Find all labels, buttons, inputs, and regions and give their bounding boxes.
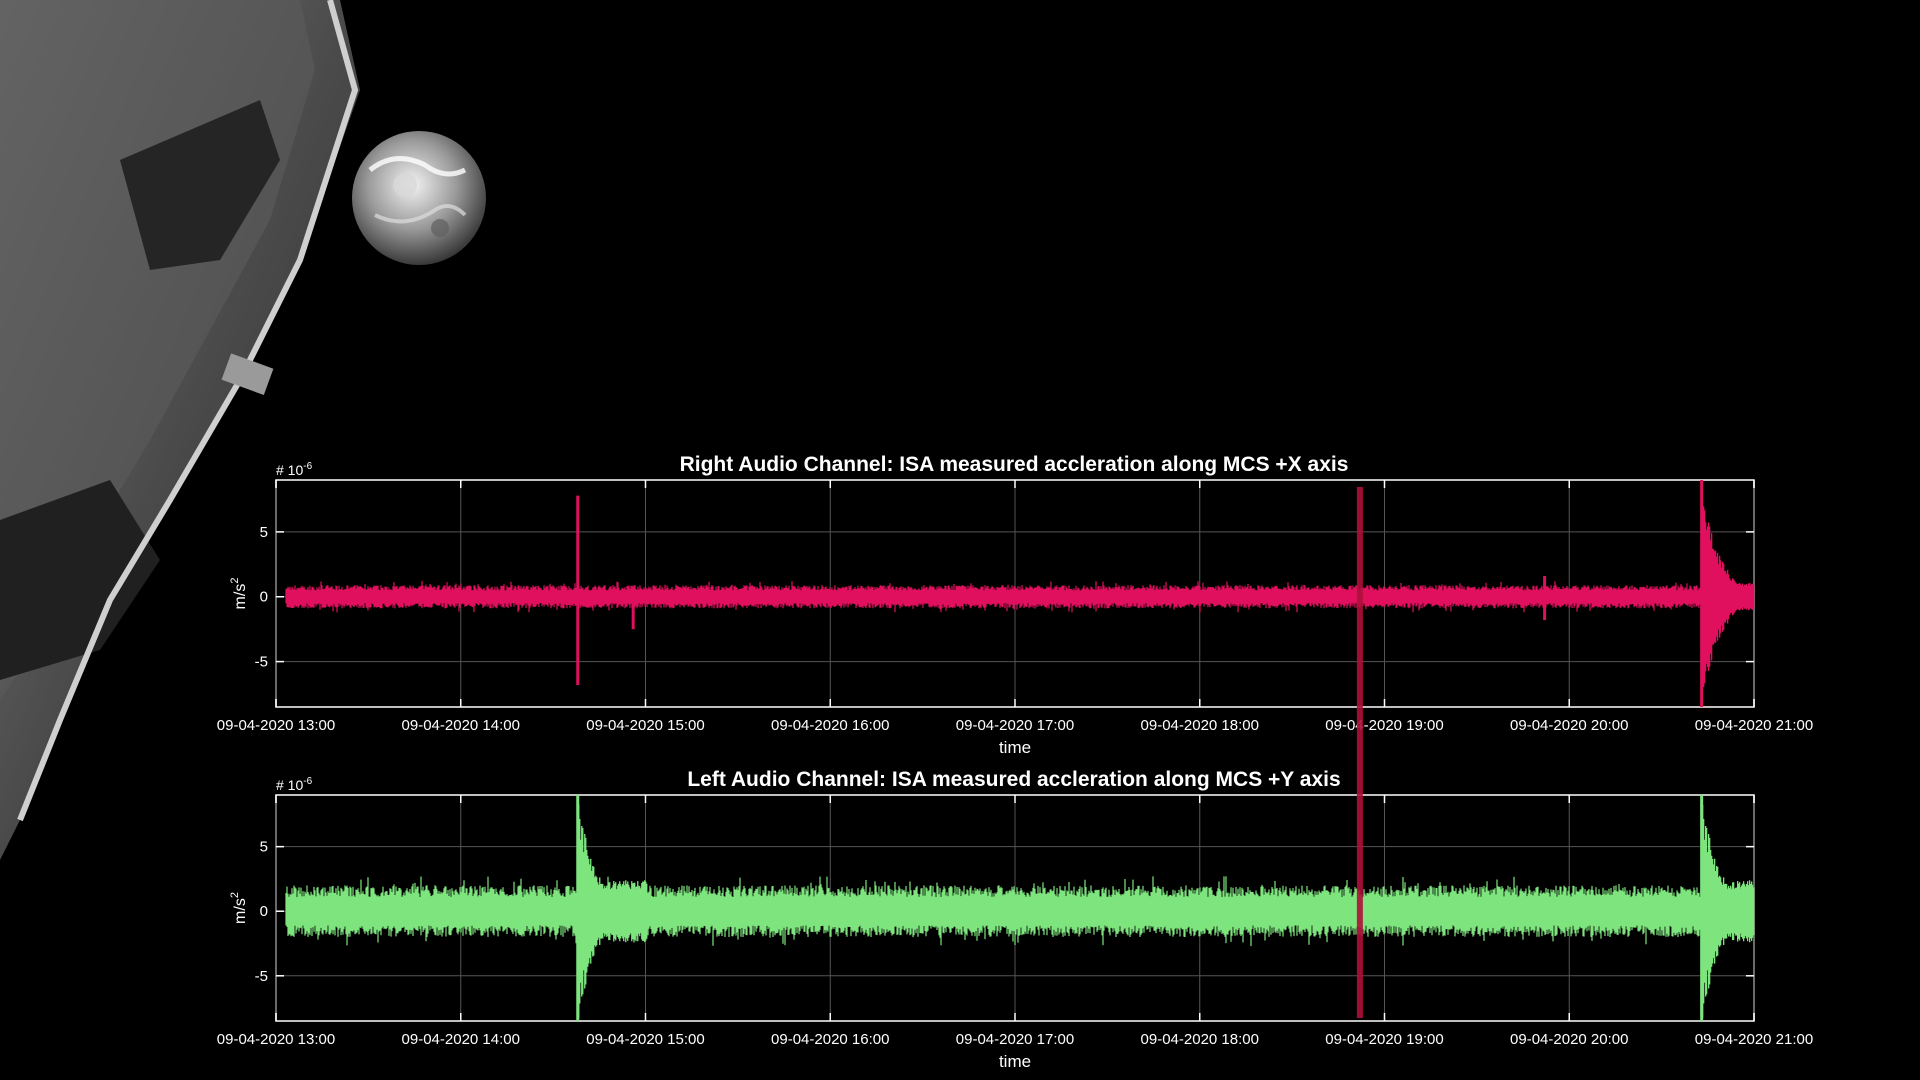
- y-tick-label: -5: [255, 968, 268, 985]
- y-axis-label: m/s2: [229, 892, 249, 924]
- axis-multiplier: # 10-6: [276, 461, 313, 478]
- signal-burst: [1701, 506, 1755, 688]
- signal-series: [285, 795, 1755, 1021]
- x-axis-label: time: [999, 738, 1031, 757]
- x-tick-label: 09-04-2020 16:00: [771, 717, 889, 734]
- y-tick-label: 5: [260, 524, 268, 541]
- x-tick-label: 09-04-2020 19:00: [1325, 1031, 1443, 1048]
- x-tick-label: 09-04-2020 15:00: [586, 1031, 704, 1048]
- x-tick-label: 09-04-2020 17:00: [956, 717, 1074, 734]
- x-tick-label: 09-04-2020 14:00: [402, 1031, 520, 1048]
- signal-burst: [1701, 804, 1755, 1018]
- y-axis-label: m/s2: [229, 578, 249, 610]
- acceleration-charts: 09-04-2020 13:00 09-04-2020 14:00 09-04-20…: [217, 453, 1813, 1071]
- x-tick-label: 09-04-2020 15:00: [586, 717, 704, 734]
- signal-burst: [577, 804, 648, 1018]
- y-tick-label: 0: [260, 589, 268, 606]
- x-tick-label: 09-04-2020 16:00: [771, 1031, 889, 1048]
- signal-noise-band: [285, 581, 1754, 613]
- signal-noise-band: [285, 876, 1754, 947]
- x-tick-label: 09-04-2020 18:00: [1141, 717, 1259, 734]
- y-tick-label: -5: [255, 654, 268, 671]
- chart-title: Right Audio Channel: ISA measured accler…: [680, 453, 1349, 476]
- x-tick-label: 09-04-2020 20:00: [1510, 1031, 1628, 1048]
- y-tick-label: 0: [260, 903, 268, 920]
- x-tick-label: 09-04-2020 14:00: [402, 717, 520, 734]
- axis-multiplier: # 10-6: [276, 776, 313, 793]
- left-channel-chart: 09-04-2020 13:00 09-04-2020 14:00 09-04-20…: [217, 768, 1813, 1071]
- x-axis-label: time: [999, 1052, 1031, 1071]
- x-tick-label: 09-04-2020 17:00: [956, 1031, 1074, 1048]
- x-tick-label: 09-04-2020 13:00: [217, 1031, 335, 1048]
- x-tick-label: 09-04-2020 18:00: [1141, 1031, 1259, 1048]
- x-tick-label: 09-04-2020 21:00: [1695, 717, 1813, 734]
- right-channel-chart: 09-04-2020 13:00 09-04-2020 14:00 09-04-20…: [217, 453, 1813, 757]
- chart-title: Left Audio Channel: ISA measured acclera…: [687, 768, 1340, 791]
- x-tick-label: 09-04-2020 20:00: [1510, 717, 1628, 734]
- signal-series: [285, 480, 1755, 707]
- x-tick-label: 09-04-2020 13:00: [217, 717, 335, 734]
- x-tick-label: 09-04-2020 19:00: [1325, 717, 1443, 734]
- y-tick-label: 5: [260, 839, 268, 856]
- x-tick-label: 09-04-2020 21:00: [1695, 1031, 1813, 1048]
